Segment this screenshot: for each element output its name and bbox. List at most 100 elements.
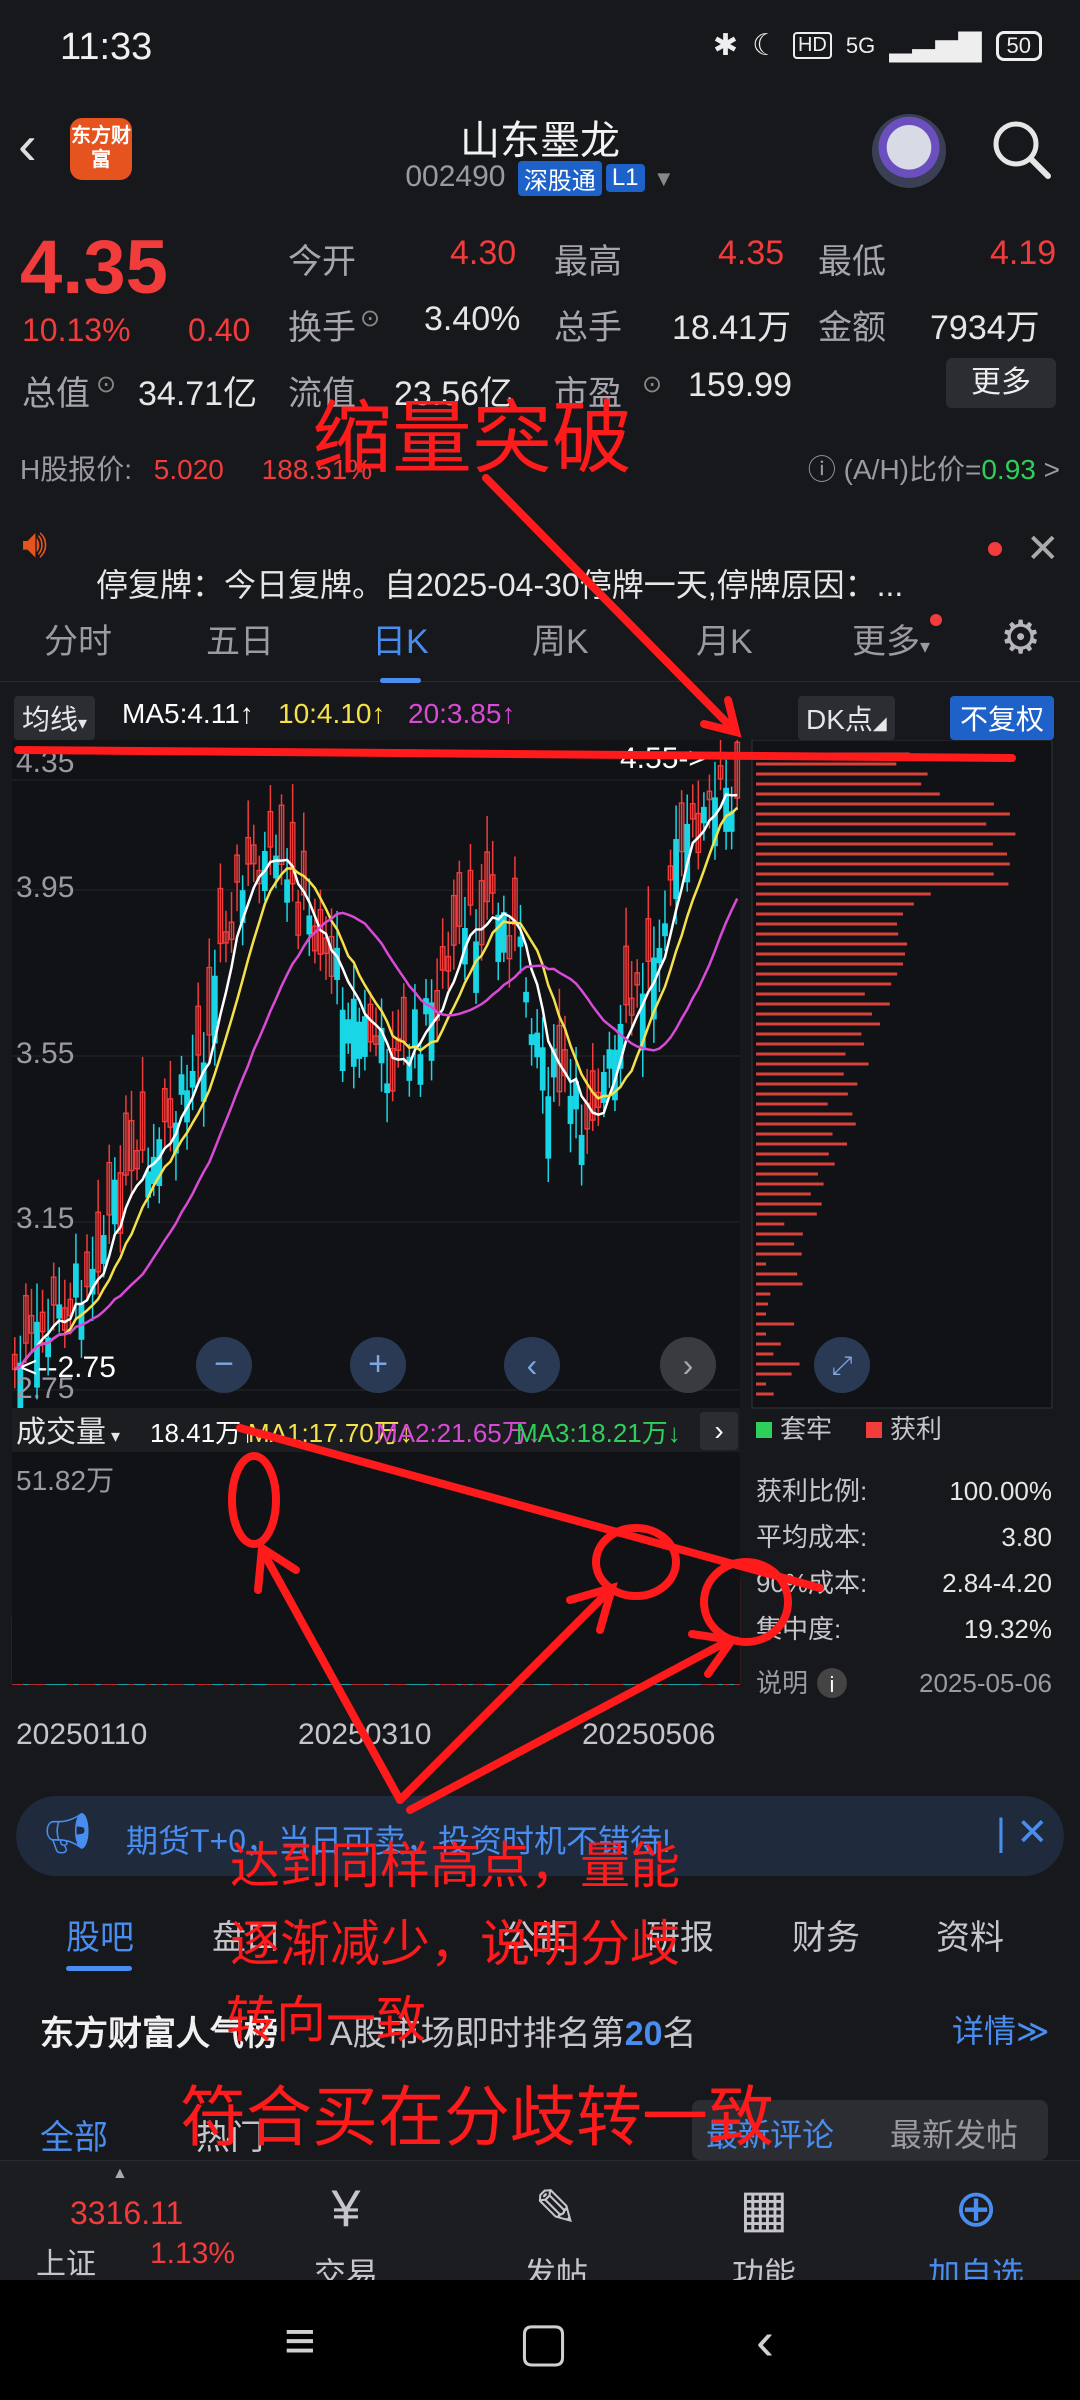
tab-monthly-k[interactable]: 月K [696, 614, 753, 663]
amount-value: 7934万 [930, 309, 1040, 347]
back-nav-icon[interactable]: ‹ [756, 2310, 774, 2372]
volume-max-label: 51.82万 [16, 1465, 114, 1496]
status-bar: 11:33 ✱ ☾ HD 5G ▂▃▅▇ 50 [0, 0, 1080, 100]
chip-label: 获利比例: [756, 1476, 867, 1506]
ma-select[interactable]: 均线▾ [14, 696, 96, 740]
tab-more-label: 更多 [852, 623, 920, 661]
change-pct: 10.13% [22, 312, 131, 348]
ma20-text: 20:3.85 [408, 698, 502, 729]
price-tick: 3.15 [16, 1202, 74, 1235]
tab-profile[interactable]: 资料 [936, 1910, 1004, 1959]
low-marker: <--2.75 [20, 1351, 116, 1384]
volume-select-label: 成交量 [16, 1416, 106, 1449]
high-label: 最高 [554, 243, 622, 281]
robot-avatar-icon[interactable] [872, 114, 946, 188]
change-value: 0.40 [188, 312, 251, 348]
search-icon[interactable] [990, 118, 1052, 180]
detail-link[interactable]: 详情≫ [952, 2006, 1050, 2052]
more-button[interactable]: 更多 [946, 358, 1056, 408]
chip-value: 2.84-4.20 [942, 1568, 1052, 1598]
info-icon[interactable]: ⊙ [96, 370, 116, 399]
trapped-legend: 套牢 [780, 1414, 832, 1444]
svg-text:‹: ‹ [527, 1347, 538, 1383]
speaker-icon: 🔊︎ [22, 522, 48, 566]
svg-text:−: − [214, 1345, 234, 1383]
mktcap-value: 34.71亿 [138, 375, 258, 413]
grid-icon[interactable]: ▦ [684, 2179, 844, 2239]
hk-label: H股报价: [20, 454, 133, 485]
dk-label: DK点 [806, 704, 873, 735]
chart-header: 均线▾ MA5:4.11↑ 10:4.10↑ 20:3.85↑ DK点◢ 不复权 [0, 690, 1080, 740]
hk-price: 5.020 [153, 454, 224, 485]
megaphone-icon: 📢︎ [42, 1812, 93, 1856]
sort-latest-post[interactable]: 最新发帖 [890, 2110, 1018, 2156]
tab-finance[interactable]: 财务 [792, 1910, 860, 1959]
index-value: 3316.11 [70, 2195, 184, 2231]
chip-label: 90%成本: [756, 1568, 867, 1598]
status-time: 11:33 [60, 26, 153, 68]
dk-select[interactable]: DK点◢ [798, 696, 895, 740]
ma5-value: MA5:4.11↑ [122, 698, 254, 729]
chip-label: 集中度: [756, 1614, 841, 1644]
expand-icon[interactable]: ⤢ [814, 1337, 870, 1393]
svg-text:⤢: ⤢ [832, 1350, 853, 1380]
vol-value: 18.41万↑ [150, 1418, 254, 1448]
add-circle-icon[interactable]: ⊕ [896, 2179, 1056, 2239]
high-marker: 4.55-> [620, 742, 706, 775]
chip-note-label[interactable]: 说明 [756, 1668, 808, 1698]
zoom-in-button[interactable]: + [350, 1337, 406, 1393]
chip-value: 19.32% [964, 1614, 1052, 1644]
volume-value: 18.41万 [672, 309, 792, 347]
volume-select[interactable]: 成交量 ▾ [16, 1416, 120, 1449]
ranking-suffix: 名 [662, 2015, 697, 2053]
scroll-left-button[interactable]: ‹ [504, 1337, 560, 1393]
filter-all[interactable]: 全部 [40, 2110, 108, 2159]
tab-timeline[interactable]: 分时 [44, 614, 112, 663]
zoom-out-button[interactable]: − [196, 1337, 252, 1393]
amount-label: 金额 [818, 309, 886, 347]
red-dot [988, 542, 1002, 556]
ah-arrow: > [1043, 454, 1060, 485]
close-icon[interactable]: ✕ [1026, 526, 1060, 572]
chip-label: 平均成本: [756, 1522, 867, 1552]
ma10-text: 10:4.10 [278, 698, 372, 729]
low-label: 最低 [818, 243, 886, 281]
tab-more[interactable]: 更多▾ [852, 614, 943, 663]
tab-daily-k[interactable]: 日K [372, 614, 429, 683]
notice-bar[interactable]: 🔊︎ 停复牌：今日复牌。自2025-04-30停牌一天,停牌原因：... ✕ [0, 500, 1080, 603]
trade-icon[interactable]: ¥ [266, 2179, 426, 2239]
level-tag: L1 [605, 164, 645, 193]
kline-chart[interactable]: 4.35 3.95 3.55 3.15 2.75 4.55-> <--2.75 … [0, 740, 1080, 1780]
index-ticker[interactable]: ▲ 3316.11 上证 1.13% [0, 2161, 240, 2281]
trapped-legend-icon [756, 1422, 772, 1438]
vol-ma3-text: MA3:18.21万 [516, 1418, 668, 1448]
ranking-number: 20 [624, 2015, 663, 2053]
status-icons: ✱ ☾ HD 5G ▂▃▅▇ 50 [713, 28, 1042, 63]
up-arrow-icon: ▲ [112, 2165, 128, 2182]
chip-value: 3.80 [1001, 1522, 1052, 1552]
volume-next-button[interactable]: › [700, 1412, 738, 1450]
annotation-breakout: 缩量突破 [312, 392, 632, 485]
index-pct: 1.13% [150, 2237, 236, 2270]
tab-forum[interactable]: 股吧 [66, 1910, 134, 1959]
vol-ma2-text: MA2:21.65万 [376, 1418, 528, 1448]
close-icon[interactable]: | ✕ [996, 1810, 1048, 1855]
dropdown-icon[interactable]: ▼ [653, 166, 675, 191]
chip-value: 100.00% [949, 1476, 1052, 1506]
info-icon[interactable]: ⊙ [360, 304, 380, 333]
adjust-button[interactable]: 不复权 [950, 696, 1055, 740]
date-label: 20250110 [16, 1718, 147, 1751]
menu-icon[interactable]: ≡ [284, 2310, 316, 2372]
price: 4.35 [20, 225, 168, 310]
info-icon[interactable]: ⊙ [642, 370, 662, 399]
scroll-right-button[interactable]: › [660, 1337, 716, 1393]
home-icon[interactable]: ▢ [518, 2310, 569, 2373]
tab-five-day[interactable]: 五日 [206, 614, 274, 663]
date-label: 20250310 [298, 1718, 431, 1751]
gear-icon[interactable]: ⚙ [1000, 610, 1041, 664]
signal-icon: ▂▃▅▇ [889, 29, 982, 62]
edit-icon[interactable]: ✎ [476, 2179, 636, 2239]
date-label: 20250506 [582, 1718, 715, 1751]
ah-label: (A/H)比价= [843, 454, 982, 485]
tab-weekly-k[interactable]: 周K [532, 614, 589, 663]
